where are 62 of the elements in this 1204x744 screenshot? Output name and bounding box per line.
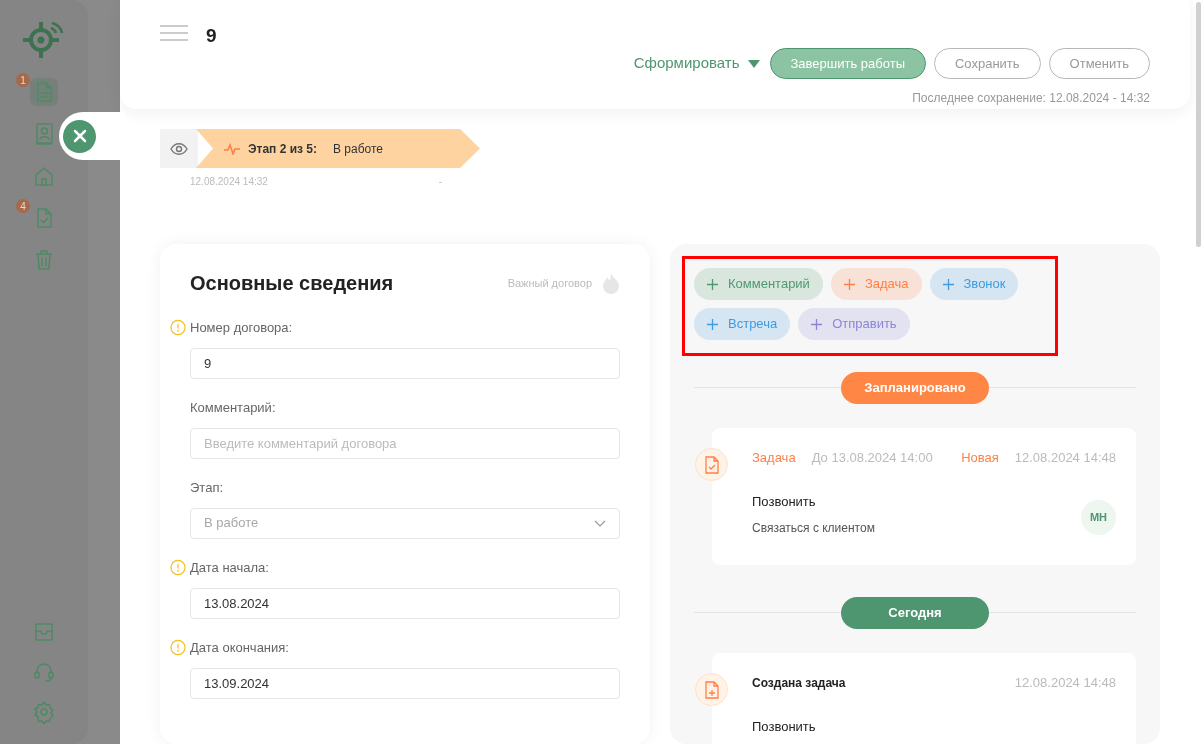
flame-icon[interactable] xyxy=(602,272,620,294)
finish-button[interactable]: Завершить работы xyxy=(769,48,926,79)
eye-icon[interactable] xyxy=(170,142,188,155)
event-status: Новая xyxy=(961,449,999,467)
plus-icon xyxy=(843,278,855,290)
field-label: Комментарий: xyxy=(190,399,276,417)
warning-icon xyxy=(170,559,186,577)
stage-label: Этап 2 из 5: xyxy=(248,140,318,158)
event-title: Позвонить xyxy=(752,492,817,511)
generate-dropdown[interactable]: Сформировать xyxy=(633,52,760,75)
outline-button[interactable]: Сохранить xyxy=(934,48,1041,79)
notification-badge: 4 xyxy=(16,199,30,213)
important-label: Важный договор xyxy=(507,275,592,291)
settings-icon[interactable] xyxy=(32,700,56,724)
add-action-button[interactable]: Задача xyxy=(830,268,922,300)
add-action-button[interactable]: Комментарий xyxy=(694,268,823,300)
stage-step[interactable]: Этап 2 из 5: В работе xyxy=(196,129,480,168)
input-field[interactable]: 13.09.2024 xyxy=(190,667,620,699)
plus-icon xyxy=(707,318,718,330)
warning-icon xyxy=(170,639,186,657)
inbox-icon[interactable] xyxy=(32,620,56,644)
add-action-button[interactable]: Звонок xyxy=(929,268,1019,300)
page-title: 9 xyxy=(206,24,217,48)
plus-icon xyxy=(811,318,823,330)
user-avatar: МН xyxy=(1081,499,1116,535)
event-due: До 13.08.2024 14:00 xyxy=(811,449,933,467)
activity-icon xyxy=(224,142,240,155)
close-button[interactable] xyxy=(63,119,96,153)
last-saved-text: Последнее сохранение: 12.08.2024 - 14:32 xyxy=(912,90,1150,107)
event-type: Создана задача xyxy=(752,674,846,692)
stage-end: - xyxy=(438,175,442,189)
event-description: Связаться с клиентом xyxy=(752,520,876,537)
event-title: Позвонить xyxy=(752,717,817,736)
warning-icon xyxy=(170,319,186,337)
add-action-button[interactable]: Отправить xyxy=(798,308,910,340)
event-time: 12.08.2024 14:48 xyxy=(1014,674,1116,692)
event-type: Задача xyxy=(752,449,796,467)
add-action-button[interactable]: Встреча xyxy=(694,308,791,340)
input-field[interactable]: Введите комментарий договора xyxy=(190,427,620,459)
plus-icon xyxy=(707,278,718,290)
menu-icon[interactable] xyxy=(160,25,188,41)
field-label: Этап: xyxy=(190,479,224,497)
stage-date: 12.08.2024 14:32 xyxy=(190,175,268,189)
field-label: Номер договора: xyxy=(190,319,293,337)
outline-button[interactable]: Отменить xyxy=(1048,48,1150,79)
timeline-section-label: Сегодня xyxy=(841,597,989,629)
input-field[interactable]: 9 xyxy=(190,347,620,379)
scrollbar[interactable] xyxy=(1196,2,1201,247)
caret-icon xyxy=(747,59,760,68)
chevron-down-icon xyxy=(594,519,606,527)
event-time: 12.08.2024 14:48 xyxy=(1014,449,1116,467)
stage-value: В работе xyxy=(333,140,384,158)
input-field[interactable]: 13.08.2024 xyxy=(190,587,620,619)
field-label: Дата начала: xyxy=(190,559,269,577)
notification-badge: 1 xyxy=(16,73,30,87)
timeline-section-label: Запланировано xyxy=(841,372,989,404)
close-icon xyxy=(72,129,87,143)
headset-icon[interactable] xyxy=(32,660,56,684)
field-label: Дата окончания: xyxy=(190,639,289,657)
section-title: Основные сведения xyxy=(190,271,394,296)
plus-icon xyxy=(942,278,954,290)
stage-select: В работе xyxy=(190,507,620,539)
